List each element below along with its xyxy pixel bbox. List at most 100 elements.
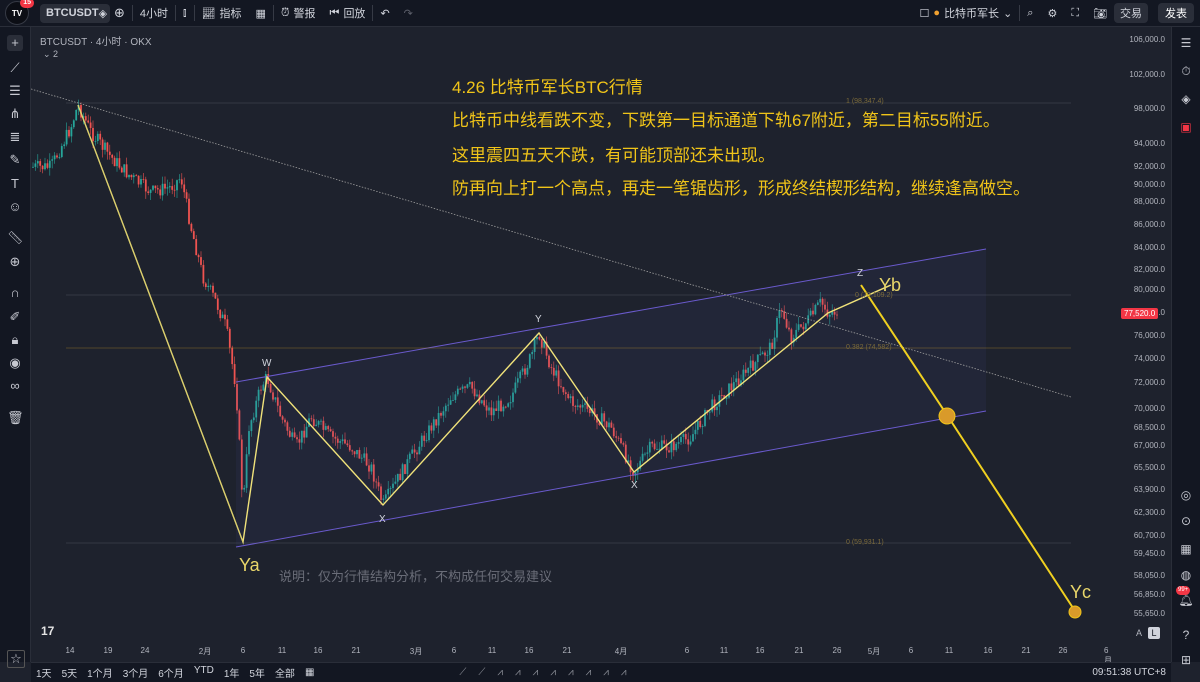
crosshair-icon[interactable]: + <box>7 35 23 51</box>
trend-line-icon[interactable]: ⟋ <box>7 60 23 76</box>
candle-body <box>53 155 56 160</box>
point-label-x1: X <box>379 514 386 525</box>
range-button[interactable]: 5年 <box>244 665 270 680</box>
range-button[interactable]: 6个月 <box>153 665 189 680</box>
range-button[interactable]: 全部 <box>270 665 300 680</box>
symbol-search[interactable]: BTCUSDT ◈ ⊕ <box>33 0 132 27</box>
add-symbol-icon[interactable]: ⊕ <box>114 5 125 21</box>
target-icon[interactable]: ◎ <box>1178 487 1194 503</box>
indicators-button[interactable]: 📈︎ 指标 <box>195 0 249 27</box>
point-label-y: Y <box>535 314 542 325</box>
symbol-search-box[interactable]: BTCUSDT ◈ <box>40 3 110 23</box>
magnet-icon[interactable]: ∩ <box>7 285 23 301</box>
lock-drawing-icon[interactable]: ✐ <box>7 309 23 325</box>
link-icon[interactable]: ∞ <box>7 378 23 394</box>
wave-tool-4-icon[interactable]: ⩘ <box>550 667 556 678</box>
legend-collapse[interactable]: ⌄ 2 <box>43 49 58 60</box>
settings-button[interactable]: ⚙ <box>1040 0 1064 27</box>
time-axis[interactable]: 14 19 24 2月 6 11 16 21 3月 6 11 16 21 4月 6 11 16 21 26 5月 6 11… <box>31 642 1113 665</box>
brush-icon[interactable]: ✎ <box>7 152 23 168</box>
ruler-icon[interactable]: 📏︎ <box>7 230 24 246</box>
watchlist-icon[interactable]: ☰ <box>1178 35 1194 51</box>
trash-icon[interactable]: 🗑︎ <box>7 410 24 426</box>
range-button[interactable]: 1个月 <box>82 665 118 680</box>
candle-body <box>44 163 46 170</box>
layers-icon[interactable]: ◈ <box>1178 91 1194 107</box>
candle-body <box>142 179 145 180</box>
time-tick: 4月 <box>614 647 628 656</box>
date-range-icon[interactable]: ▦ <box>300 667 319 678</box>
candle-body <box>166 187 169 189</box>
quick-search-button[interactable]: ⌕ <box>1020 0 1040 27</box>
candle-body <box>224 314 226 320</box>
range-button[interactable]: 1年 <box>219 665 245 680</box>
redo-button[interactable]: ↷ <box>397 0 420 27</box>
path-tool-icon[interactable]: ⟋ <box>478 667 485 678</box>
trade-button[interactable]: 交易 <box>1114 3 1148 23</box>
time-tick: 11 <box>487 646 497 655</box>
favorites-star-icon[interactable]: ☆ <box>7 650 25 668</box>
candle-body <box>221 314 224 319</box>
clock[interactable]: 09:51:38 UTC+8 <box>1087 667 1171 678</box>
candle-body <box>116 158 118 167</box>
range-button[interactable]: YTD <box>189 665 219 680</box>
wave-tool-2-icon[interactable]: ⩘ <box>515 667 521 678</box>
time-tick: 16 <box>524 646 534 655</box>
wave-tool-5-icon[interactable]: ⩘ <box>568 667 574 678</box>
candle-body <box>233 364 236 385</box>
candle-body <box>87 120 90 123</box>
range-button[interactable]: 1天 <box>31 665 57 680</box>
price-tick: 86,000.0 <box>1133 220 1165 229</box>
help-icon[interactable]: ? <box>1178 627 1194 643</box>
layout-name-button[interactable]: ☐ ● 比特币军长 ⌄ <box>913 0 1020 27</box>
emoji-icon[interactable]: ☺ <box>7 199 23 215</box>
eye-icon[interactable]: ◉ <box>7 355 23 371</box>
fullscreen-button[interactable]: ⛶ <box>1064 0 1086 27</box>
alert-button[interactable]: ⏰︎ 警报 <box>274 0 323 27</box>
wave-tool-7-icon[interactable]: ⩘ <box>603 667 609 678</box>
notifications-bell-icon[interactable]: 🔔︎ 99+ <box>1176 586 1194 608</box>
line-tool-icon[interactable]: ⟋ <box>459 667 466 678</box>
candle-body <box>89 122 92 128</box>
price-tick: 80,000.0 <box>1133 285 1165 294</box>
candle-body <box>197 255 200 258</box>
grid-view-icon[interactable]: ⊞ <box>1178 652 1194 668</box>
wave-tool-3-icon[interactable]: ⩘ <box>533 667 539 678</box>
checkbox-icon: ☐ <box>919 7 930 20</box>
candle-body <box>108 151 111 155</box>
calendar-icon[interactable]: ▦ <box>1178 541 1194 557</box>
text-tool-icon[interactable]: T <box>7 176 23 192</box>
range-button[interactable]: 3个月 <box>118 665 154 680</box>
fib-tool-icon[interactable]: ≣ <box>7 129 23 145</box>
ideas-icon[interactable]: ⊙ <box>1178 513 1194 529</box>
candle-body <box>147 191 150 193</box>
range-button[interactable]: 5天 <box>57 665 83 680</box>
chat-icon[interactable]: ▣ <box>1178 119 1194 135</box>
interval-button[interactable]: 4小时 <box>133 0 175 27</box>
pitchfork-icon[interactable]: ⋔ <box>7 106 23 122</box>
price-tick: 84,000.0 <box>1133 243 1165 252</box>
candle-body <box>137 175 140 185</box>
broadcast-icon[interactable]: ◍ <box>1178 567 1194 583</box>
candle-body <box>226 319 229 329</box>
candle-body <box>192 231 195 240</box>
time-tick: 6 <box>240 646 246 655</box>
wave-tool-8-icon[interactable]: ⩘ <box>621 667 627 678</box>
undo-button[interactable]: ↶ <box>373 0 396 27</box>
layouts-button[interactable]: ▦ <box>249 0 273 27</box>
zoom-in-icon[interactable]: ⊕ <box>7 254 23 270</box>
candle-type-button[interactable]: ⫾ <box>176 0 194 27</box>
lock-icon[interactable]: 🔒︎ <box>7 332 23 348</box>
alerts-clock-icon[interactable]: ⏱ <box>1178 63 1194 79</box>
price-axis[interactable]: 106,000.0 102,000.0 98,000.0 94,000.0 92,000… <box>1113 27 1171 642</box>
horizontal-lines-icon[interactable]: ☰ <box>7 83 23 99</box>
candle-body <box>154 185 157 189</box>
price-tick: 58,050.0 <box>1133 571 1165 580</box>
publish-button[interactable]: 发表 <box>1158 3 1194 23</box>
grid-icon: ▦ <box>255 7 266 20</box>
wave-tool-icon[interactable]: ⩘ <box>497 667 503 678</box>
snapshot-button[interactable]: 📷︎ <box>1086 0 1114 27</box>
app-logo[interactable]: TV 15 <box>5 0 34 25</box>
replay-button[interactable]: ⏮ 回放 <box>323 0 373 27</box>
wave-tool-6-icon[interactable]: ⩘ <box>586 667 592 678</box>
